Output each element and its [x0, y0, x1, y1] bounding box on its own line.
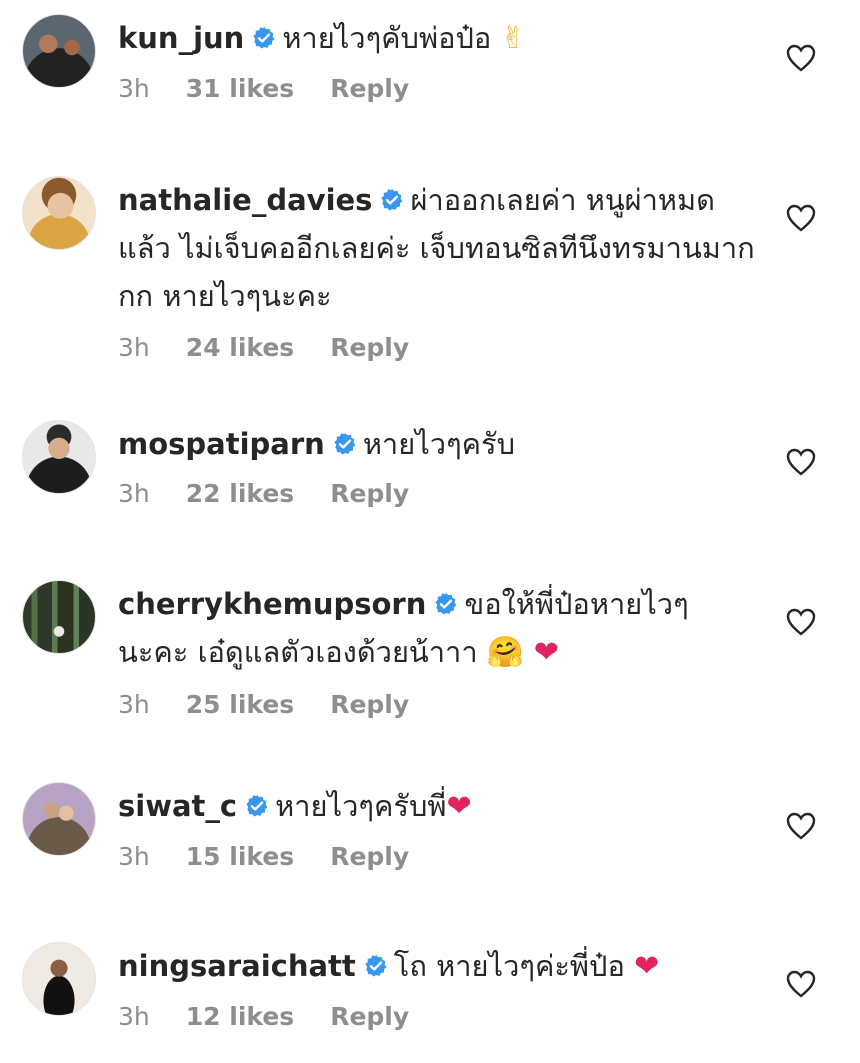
username-link[interactable]: nathalie_davies	[118, 183, 372, 217]
likes-count-link[interactable]: 24 likes	[186, 333, 294, 362]
reply-button[interactable]: Reply	[330, 479, 409, 508]
comment-meta: 3h 12 likes Reply	[118, 997, 758, 1037]
hug-and-heart-emoji: 🤗 ❤	[486, 635, 559, 670]
comment-time: 3h	[118, 74, 150, 103]
heart-outline-icon[interactable]	[786, 608, 816, 636]
verified-badge-icon	[365, 955, 387, 977]
username-link[interactable]: kun_jun	[118, 21, 244, 55]
avatar[interactable]	[22, 420, 96, 494]
verified-badge-icon	[435, 593, 457, 615]
comment-text-line: kun_jun หายไวๆคับพ่อป๋อ ✌	[118, 14, 758, 63]
comment-body: siwat_c หายไวๆครับพี่❤ 3h 15 likes Reply	[118, 782, 758, 877]
comment-text: โถ หายไวๆค่ะพี่ป๋อ	[393, 949, 625, 983]
reply-button[interactable]: Reply	[330, 1002, 409, 1031]
comments-list: kun_jun หายไวๆคับพ่อป๋อ ✌ 3h 31 likes Reply…	[0, 0, 860, 1063]
comment-text-line: siwat_c หายไวๆครับพี่❤	[118, 782, 758, 831]
comment-text: หายไวๆครับพี่	[275, 789, 447, 823]
avatar[interactable]	[22, 14, 96, 88]
reply-button[interactable]: Reply	[330, 74, 409, 103]
heart-outline-icon[interactable]	[786, 44, 816, 72]
comment-time: 3h	[118, 690, 150, 719]
heart-outline-icon[interactable]	[786, 204, 816, 232]
red-heart-emoji: ❤	[634, 949, 660, 984]
comment-body: ningsaraichatt โถ หายไวๆค่ะพี่ป๋อ ❤ 3h 12 …	[118, 942, 758, 1037]
username-link[interactable]: mospatiparn	[118, 427, 325, 461]
likes-count-link[interactable]: 22 likes	[186, 479, 294, 508]
avatar[interactable]	[22, 942, 96, 1016]
likes-count-link[interactable]: 31 likes	[186, 74, 294, 103]
comment-meta: 3h 24 likes Reply	[118, 328, 758, 368]
likes-count-link[interactable]: 15 likes	[186, 842, 294, 871]
comment-text-line: ningsaraichatt โถ หายไวๆค่ะพี่ป๋อ ❤	[118, 942, 758, 991]
comment-text-line: cherrykhemupsorn ขอให้พี่ป๋อหายไวๆนะคะ เอ…	[118, 580, 718, 677]
reply-button[interactable]: Reply	[330, 842, 409, 871]
username-link[interactable]: cherrykhemupsorn	[118, 587, 426, 621]
username-link[interactable]: siwat_c	[118, 789, 237, 823]
verified-badge-icon	[253, 27, 275, 49]
red-heart-emoji: ❤	[446, 789, 472, 824]
victory-hand-emoji: ✌	[500, 21, 526, 56]
comment-meta: 3h 31 likes Reply	[118, 69, 758, 109]
comment-body: nathalie_davies ผ่าออกเลยค่า หนูผ่าหมดแล้…	[118, 176, 758, 368]
comment-meta: 3h 15 likes Reply	[118, 837, 758, 877]
heart-outline-icon[interactable]	[786, 970, 816, 998]
verified-badge-icon	[334, 433, 356, 455]
comment-time: 3h	[118, 333, 150, 362]
comment-meta: 3h 25 likes Reply	[118, 685, 718, 725]
heart-outline-icon[interactable]	[786, 448, 816, 476]
comment-text: หายไวๆครับ	[362, 427, 516, 461]
comment-time: 3h	[118, 842, 150, 871]
comment-body: kun_jun หายไวๆคับพ่อป๋อ ✌ 3h 31 likes Reply	[118, 14, 758, 109]
verified-badge-icon	[246, 795, 268, 817]
heart-outline-icon[interactable]	[786, 812, 816, 840]
avatar[interactable]	[22, 580, 96, 654]
comment-body: mospatiparn หายไวๆครับ 3h 22 likes Reply	[118, 420, 758, 514]
avatar[interactable]	[22, 176, 96, 250]
verified-badge-icon	[381, 189, 403, 211]
reply-button[interactable]: Reply	[330, 690, 409, 719]
comment-text: หายไวๆคับพ่อป๋อ	[282, 21, 492, 55]
comment-text-line: mospatiparn หายไวๆครับ	[118, 420, 758, 468]
username-link[interactable]: ningsaraichatt	[118, 949, 356, 983]
comment-time: 3h	[118, 479, 150, 508]
likes-count-link[interactable]: 12 likes	[186, 1002, 294, 1031]
likes-count-link[interactable]: 25 likes	[186, 690, 294, 719]
comment-time: 3h	[118, 1002, 150, 1031]
comment-meta: 3h 22 likes Reply	[118, 474, 758, 514]
comment-body: cherrykhemupsorn ขอให้พี่ป๋อหายไวๆนะคะ เอ…	[118, 580, 718, 725]
avatar[interactable]	[22, 782, 96, 856]
comment-text-line: nathalie_davies ผ่าออกเลยค่า หนูผ่าหมดแล้…	[118, 176, 758, 320]
reply-button[interactable]: Reply	[330, 333, 409, 362]
